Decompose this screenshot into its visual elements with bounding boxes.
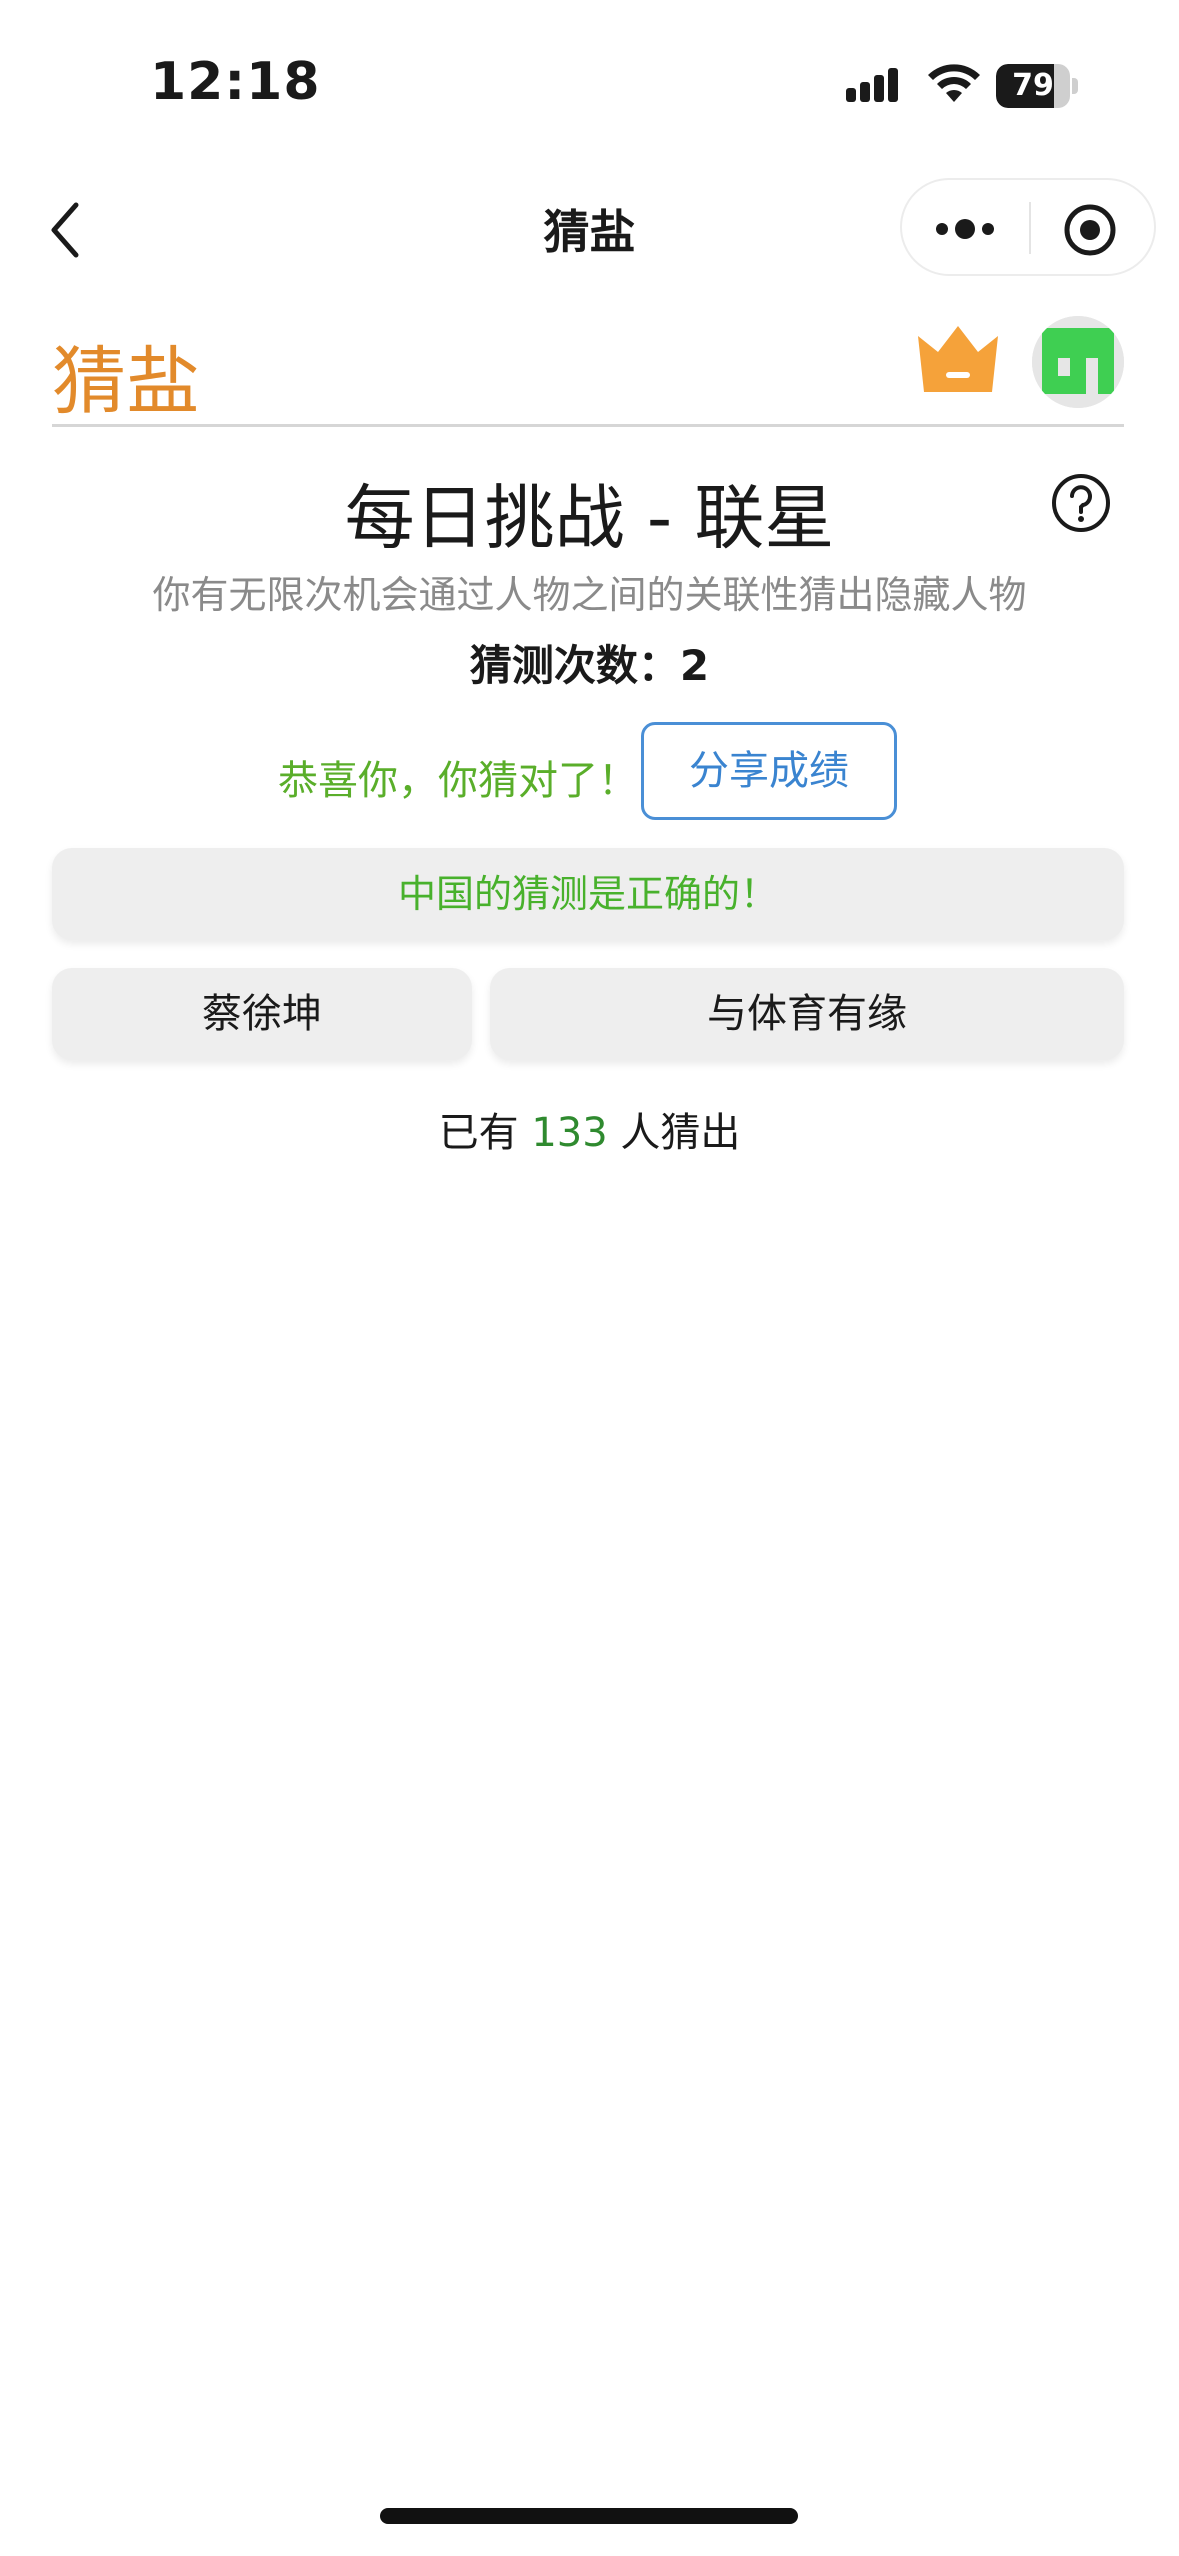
- status-time: 12:18: [150, 52, 321, 112]
- guess-count: 猜测次数：2: [0, 632, 1179, 693]
- guess-relation-chip[interactable]: 与体育有缘: [490, 968, 1124, 1060]
- solved-count: 已有 133 人猜出: [0, 1100, 1179, 1158]
- congrats-message: 恭喜你，你猜对了！: [278, 758, 638, 804]
- avatar-pattern-icon: [1032, 316, 1124, 408]
- guess-count-value: 2: [679, 641, 710, 690]
- guess-person-chip[interactable]: 蔡徐坤: [52, 968, 472, 1060]
- cellular-signal-icon: [846, 68, 898, 102]
- app-logo: 猜盐: [52, 339, 200, 425]
- mini-program-capsule: [900, 178, 1156, 276]
- header-divider: [52, 424, 1124, 427]
- guess-count-label: 猜测次数：: [469, 641, 680, 690]
- solved-prefix: 已有: [438, 1110, 519, 1156]
- solved-suffix: 人猜出: [620, 1110, 741, 1156]
- correct-guess-banner: 中国的猜测是正确的！: [52, 848, 1124, 940]
- battery-level-text: 79: [1012, 68, 1054, 103]
- capsule-divider: [1029, 202, 1031, 254]
- wifi-icon: [928, 64, 980, 102]
- battery-indicator: 79: [996, 64, 1078, 108]
- close-mini-program-icon[interactable]: [1062, 202, 1118, 258]
- more-options-icon[interactable]: [932, 204, 998, 254]
- user-avatar[interactable]: [1032, 316, 1124, 408]
- solved-number: 133: [531, 1110, 608, 1156]
- crown-icon[interactable]: [914, 322, 1002, 398]
- help-icon[interactable]: [1050, 472, 1112, 534]
- challenge-title: 每日挑战 - 联星: [344, 477, 835, 559]
- home-indicator[interactable]: [380, 2508, 798, 2524]
- share-results-button[interactable]: 分享成绩: [641, 722, 897, 820]
- challenge-subtitle: 你有无限次机会通过人物之间的关联性猜出隐藏人物: [152, 573, 1027, 617]
